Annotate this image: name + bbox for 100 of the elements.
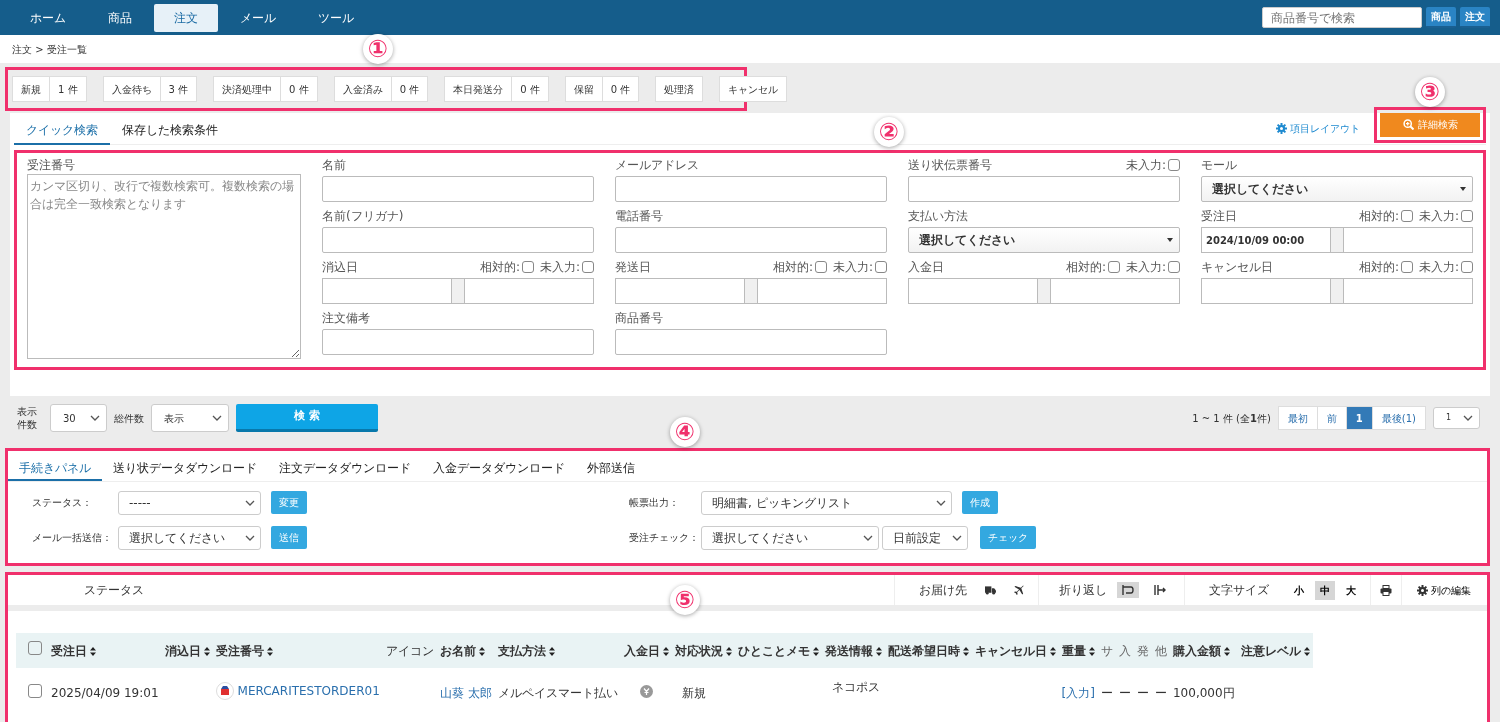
dropdown[interactable]: ----- — [118, 490, 261, 515]
panel-tab[interactable]: 手続きパネル — [8, 451, 102, 481]
column-header-cell[interactable]: 消込日 — [161, 633, 213, 668]
callout-number: ④ — [670, 417, 700, 447]
column-header-cell[interactable]: 購入金額 — [1170, 633, 1238, 668]
checkbox[interactable] — [1168, 159, 1180, 171]
text-field[interactable] — [322, 329, 594, 355]
checkbox[interactable] — [875, 261, 887, 273]
select-all-checkbox[interactable] — [28, 641, 42, 655]
caret-icon — [863, 534, 873, 541]
dropdown[interactable]: 選択してください — [1201, 176, 1473, 202]
breadcrumb: 注文 > 受注一覧 — [12, 42, 87, 57]
column-header-cell[interactable]: 対応状況 — [671, 633, 735, 668]
column-header-cell[interactable]: ひとことメモ — [734, 633, 822, 668]
search-tab[interactable]: 保存した検索条件 — [110, 112, 230, 145]
date-field[interactable] — [464, 278, 594, 304]
toolbar-label: ステータス — [84, 582, 144, 599]
date-field[interactable]: 2024/10/09 00:00 — [1201, 227, 1331, 253]
column-header-cell[interactable]: 受注番号 — [212, 633, 383, 668]
date-field[interactable] — [1201, 278, 1331, 304]
column-header-cell[interactable]: 発送情報 — [821, 633, 885, 668]
status-step-button[interactable]: キャンセル — [719, 76, 788, 102]
status-step-button[interactable]: 本日発送分 0 件 — [444, 76, 549, 102]
customer-name-link[interactable]: 山葵 太郎 — [439, 686, 492, 700]
checkbox[interactable] — [1461, 210, 1473, 222]
search-button[interactable]: 注文 — [1460, 7, 1490, 28]
print-icon[interactable] — [1380, 584, 1392, 596]
dropdown[interactable]: 明細書, ピッキングリスト — [701, 490, 952, 515]
panel-tab[interactable]: 外部送信 — [576, 451, 646, 481]
sort-icon — [812, 646, 819, 656]
nav-tab[interactable]: 商品 — [88, 3, 152, 32]
date-field[interactable] — [1050, 278, 1180, 304]
checkbox[interactable] — [1107, 261, 1120, 273]
airplane-icon[interactable] — [1013, 584, 1024, 596]
edit-columns-button[interactable]: 列の編集 — [1412, 580, 1476, 600]
text-field[interactable] — [615, 329, 887, 355]
panel-tab[interactable]: 入金データダウンロード — [422, 451, 576, 481]
text-field[interactable] — [615, 176, 887, 202]
search-button[interactable]: 商品 — [1426, 7, 1456, 28]
column-header-cell[interactable]: 重量 — [1058, 633, 1098, 668]
column-header-cell[interactable]: キャンセル日 — [971, 633, 1059, 668]
weight-input-link[interactable]: [入力] — [1061, 686, 1095, 700]
date-field[interactable] — [908, 278, 1038, 304]
table-cell: メルペイスマート払い — [497, 686, 618, 700]
search-field[interactable]: 商品番号で検索 — [1262, 7, 1422, 28]
status-step-button[interactable]: 新規 1 件 — [12, 76, 87, 102]
sort-icon — [725, 646, 732, 656]
nav-tab[interactable]: ツール — [298, 3, 374, 32]
checkbox[interactable] — [521, 261, 534, 273]
status-step-button[interactable]: 入金済み 0 件 — [333, 76, 429, 102]
date-field[interactable] — [615, 278, 745, 304]
order-number-link[interactable]: MERCARITESTORDER01 — [237, 681, 380, 700]
column-header-cell[interactable]: 受注日 — [48, 633, 162, 668]
search-tab[interactable]: クイック検索 — [14, 112, 110, 145]
column-header-cell[interactable]: 注意レベル — [1237, 633, 1313, 668]
truck-icon[interactable] — [985, 585, 996, 595]
panel-tab[interactable]: 注文データダウンロード — [268, 451, 422, 481]
font-size-toggle[interactable]: 小 — [1289, 580, 1309, 600]
checkbox[interactable] — [814, 261, 827, 273]
checkbox[interactable] — [1400, 210, 1413, 222]
column-header-cell[interactable]: 配送希望日時 — [884, 633, 972, 668]
wrap-toggle[interactable] — [1117, 582, 1139, 598]
date-field[interactable] — [757, 278, 887, 304]
page-select[interactable]: 1 — [1433, 407, 1480, 429]
status-step-button[interactable]: 入金待ち 3 件 — [102, 76, 198, 102]
text-field[interactable] — [908, 176, 1180, 202]
table-cell: 新規 — [681, 686, 706, 700]
column-header-cell[interactable]: 支払方法 — [494, 633, 621, 668]
date-field[interactable] — [322, 278, 452, 304]
checkbox[interactable] — [582, 261, 594, 273]
per-page-select[interactable]: 30 — [50, 404, 107, 432]
text-field[interactable] — [322, 176, 594, 202]
layout-link[interactable]: 項目レイアウト — [1276, 121, 1360, 136]
status-step-button[interactable]: 処理済 — [655, 76, 704, 102]
text-field[interactable] — [615, 227, 887, 253]
date-field[interactable] — [1343, 278, 1473, 304]
row-checkbox[interactable] — [28, 683, 42, 698]
text-field[interactable] — [322, 227, 594, 253]
dropdown[interactable]: 選択してください — [908, 227, 1180, 253]
dropdown[interactable]: 選択してください — [701, 525, 879, 550]
page-button[interactable]: 1 — [1345, 407, 1372, 429]
font-size-toggle[interactable]: 中 — [1315, 580, 1335, 600]
panel-tab[interactable]: 送り状データダウンロード — [102, 451, 268, 481]
font-size-toggle[interactable]: 大 — [1341, 580, 1361, 600]
order-number-field[interactable]: カンマ区切り、改行で複数検索可。複数検索の場合は完全一致検索となります — [27, 174, 301, 359]
column-header-cell[interactable]: お名前 — [436, 633, 495, 668]
status-step-button[interactable]: 保留 0 件 — [564, 76, 640, 102]
nav-tab[interactable]: ホーム — [10, 3, 86, 32]
checkbox[interactable] — [1400, 261, 1413, 273]
field-label: 名前(フリガナ) — [322, 208, 404, 225]
dropdown[interactable]: 選択してください — [118, 525, 261, 550]
dropdown[interactable]: 日前設定 — [882, 525, 968, 550]
nav-tab[interactable]: 注文 — [154, 3, 218, 32]
total-count-select[interactable]: 表示 — [151, 404, 229, 432]
checkbox[interactable] — [1168, 261, 1180, 273]
checkbox[interactable] — [1461, 261, 1473, 273]
date-field[interactable] — [1343, 227, 1473, 253]
nav-tab[interactable]: メール — [220, 3, 296, 32]
column-header-cell[interactable]: 入金日 — [620, 633, 672, 668]
status-step-button[interactable]: 決済処理中 0 件 — [213, 76, 318, 102]
